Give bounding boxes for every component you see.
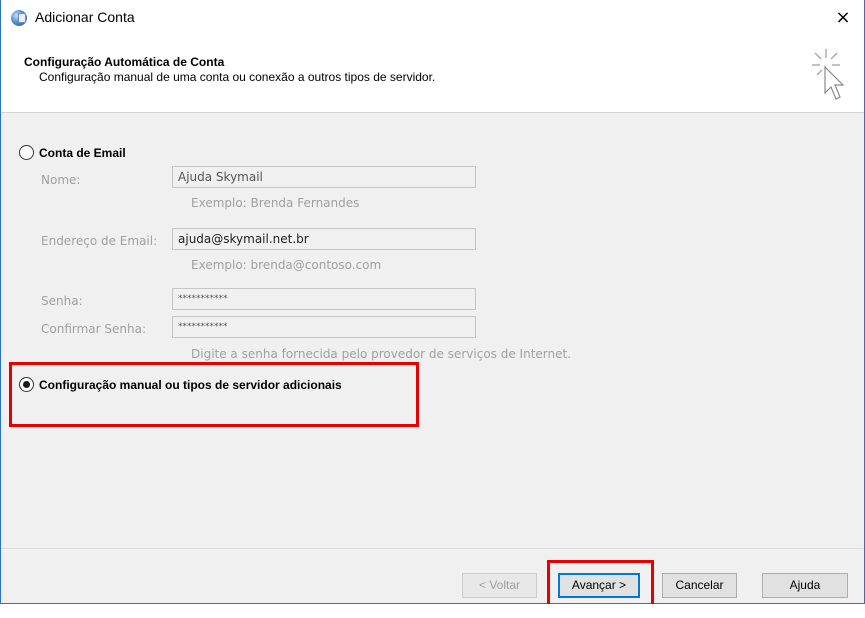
password-hint: Digite a senha fornecida pelo provedor d…: [191, 347, 572, 361]
email-account-radio[interactable]: [19, 145, 34, 160]
add-account-dialog: Adicionar Conta × Configuração Automátic…: [0, 0, 865, 610]
close-button[interactable]: ×: [828, 4, 858, 32]
next-button-highlight: [547, 560, 654, 610]
help-button[interactable]: Ajuda: [762, 573, 848, 598]
window-title: Adicionar Conta: [35, 9, 135, 25]
wizard-footer: < Voltar Avançar > Cancelar Ajuda: [1, 548, 864, 610]
manual-config-highlight: [9, 362, 419, 427]
email-account-label[interactable]: Conta de Email: [39, 146, 126, 160]
header-title: Configuração Automática de Conta: [24, 55, 225, 69]
header-subtitle: Configuração manual de uma conta ou cone…: [39, 70, 436, 84]
confirm-password-label: Confirmar Senha:: [41, 322, 147, 336]
background-strip: [0, 604, 865, 618]
email-hint: Exemplo: brenda@contoso.com: [191, 258, 382, 272]
name-hint: Exemplo: Brenda Fernandes: [191, 196, 360, 210]
email-label: Endereço de Email:: [41, 234, 158, 248]
cursor-sparkle-icon: [812, 49, 845, 100]
outlook-app-icon: [11, 10, 27, 26]
email-input[interactable]: ajuda@skymail.net.br: [172, 228, 476, 250]
name-label: Nome:: [41, 173, 81, 187]
wizard-header: Configuração Automática de Conta Configu…: [1, 37, 864, 113]
title-bar: Adicionar Conta ×: [1, 0, 864, 37]
name-input[interactable]: Ajuda Skymail: [172, 166, 476, 188]
password-input[interactable]: ***********: [172, 288, 476, 310]
password-label: Senha:: [41, 294, 83, 308]
wizard-body: Conta de Email Nome: Ajuda Skymail Exemp…: [1, 114, 864, 548]
confirm-password-input[interactable]: ***********: [172, 316, 476, 338]
back-button[interactable]: < Voltar: [462, 573, 537, 598]
cancel-button[interactable]: Cancelar: [662, 573, 737, 598]
